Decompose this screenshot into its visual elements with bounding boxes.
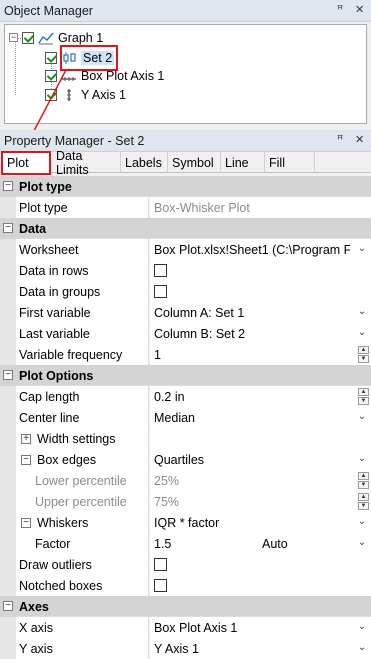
property-row-variable-frequency[interactable]: Variable frequency 1 ▲ ▼ [0, 344, 371, 365]
category-data[interactable]: − Data [0, 218, 371, 239]
tab-fill[interactable]: Fill [265, 152, 315, 173]
data-in-groups-checkbox[interactable] [154, 285, 167, 298]
collapse-toggle[interactable]: − [3, 181, 13, 191]
plot-type-value: Box-Whisker Plot [150, 197, 371, 218]
collapse-toggle[interactable]: − [21, 454, 31, 465]
draw-outliers-checkbox[interactable] [154, 558, 167, 571]
x-axis-dropdown[interactable]: Box Plot Axis 1 ⌄ [150, 617, 371, 638]
spinner-icon[interactable]: ▲ ▼ [358, 388, 369, 405]
property-row-y-axis[interactable]: Y axis Y Axis 1 ⌄ [0, 638, 371, 659]
box-edges-dropdown[interactable]: Quartiles ⌄ [150, 449, 371, 470]
spinner-icon: ▲ ▼ [358, 472, 369, 489]
chevron-down-icon[interactable]: ⌄ [355, 452, 369, 466]
lower-percentile-input: 25% ▲ ▼ [150, 470, 371, 491]
chevron-down-icon[interactable]: ⌄ [355, 326, 369, 340]
property-row-last-variable[interactable]: Last variable Column B: Set 2 ⌄ [0, 323, 371, 344]
property-row-cap-length[interactable]: Cap length 0.2 in ▲ ▼ [0, 386, 371, 407]
expand-toggle[interactable]: + [21, 433, 31, 444]
category-plot-options[interactable]: − Plot Options [0, 365, 371, 386]
property-row-lower-percentile: Lower percentile 25% ▲ ▼ [0, 470, 371, 491]
tab-symbol[interactable]: Symbol [168, 152, 221, 173]
property-row-factor[interactable]: Factor 1.5 Auto ⌄ [0, 533, 371, 554]
spinner-icon[interactable]: ▲ ▼ [358, 346, 369, 363]
property-row-upper-percentile: Upper percentile 75% ▲ ▼ [0, 491, 371, 512]
property-row-worksheet[interactable]: Worksheet Box Plot.xlsx!Sheet1 (C:\Progr… [0, 239, 371, 260]
collapse-toggle[interactable]: − [3, 601, 13, 611]
property-manager-title: Property Manager - Set 2 [4, 133, 145, 148]
property-row-x-axis[interactable]: X axis Box Plot Axis 1 ⌄ [0, 617, 371, 638]
notched-boxes-checkbox[interactable] [154, 579, 167, 592]
property-row-data-in-groups[interactable]: Data in groups [0, 281, 371, 302]
variable-frequency-input[interactable]: 1 ▲ ▼ [150, 344, 371, 365]
tab-line[interactable]: Line [221, 152, 265, 173]
chevron-down-icon[interactable]: ⌄ [355, 410, 369, 424]
spinner-icon: ▲ ▼ [358, 493, 369, 510]
tab-labels[interactable]: Labels [121, 152, 168, 173]
property-row-plot-type: Plot type Box-Whisker Plot [0, 197, 371, 218]
property-row-center-line[interactable]: Center line Median ⌄ [0, 407, 371, 428]
center-line-dropdown[interactable]: Median ⌄ [150, 407, 371, 428]
whiskers-dropdown[interactable]: IQR * factor ⌄ [150, 512, 371, 533]
factor-dropdown[interactable]: 1.5 Auto ⌄ [150, 533, 371, 554]
category-axes[interactable]: − Axes [0, 596, 371, 617]
property-row-first-variable[interactable]: First variable Column A: Set 1 ⌄ [0, 302, 371, 323]
property-row-whiskers[interactable]: − Whiskers IQR * factor ⌄ [0, 512, 371, 533]
chevron-down-icon[interactable]: ⌄ [355, 536, 369, 550]
worksheet-dropdown[interactable]: Box Plot.xlsx!Sheet1 (C:\Program Fil... … [150, 239, 371, 260]
chevron-down-icon[interactable]: ⌄ [355, 641, 369, 655]
chevron-down-icon[interactable]: ⌄ [355, 620, 369, 634]
cap-length-input[interactable]: 0.2 in ▲ ▼ [150, 386, 371, 407]
property-row-draw-outliers[interactable]: Draw outliers [0, 554, 371, 575]
data-in-rows-checkbox[interactable] [154, 264, 167, 277]
pin-icon[interactable]: ꟸ [337, 133, 343, 146]
first-variable-dropdown[interactable]: Column A: Set 1 ⌄ [150, 302, 371, 323]
property-row-notched-boxes[interactable]: Notched boxes [0, 575, 371, 596]
property-grid: − Plot type Plot type Box-Whisker Plot −… [0, 176, 371, 659]
upper-percentile-input: 75% ▲ ▼ [150, 491, 371, 512]
chevron-down-icon[interactable]: ⌄ [355, 515, 369, 529]
tab-plot[interactable]: Plot [1, 151, 51, 175]
y-axis-dropdown[interactable]: Y Axis 1 ⌄ [150, 638, 371, 659]
property-tabs: Plot Data Limits Labels Symbol Line Fill [0, 149, 371, 177]
chevron-down-icon[interactable]: ⌄ [355, 305, 369, 319]
property-row-box-edges[interactable]: − Box edges Quartiles ⌄ [0, 449, 371, 470]
tab-data-limits[interactable]: Data Limits [52, 149, 121, 177]
close-icon[interactable]: ✕ [355, 133, 364, 146]
chevron-down-icon[interactable]: ⌄ [355, 242, 369, 256]
last-variable-dropdown[interactable]: Column B: Set 2 ⌄ [150, 323, 371, 344]
collapse-toggle[interactable]: − [3, 370, 13, 380]
property-row-width-settings[interactable]: + Width settings [0, 428, 371, 449]
collapse-toggle[interactable]: − [21, 517, 31, 528]
category-plot-type[interactable]: − Plot type [0, 176, 371, 197]
collapse-toggle[interactable]: − [3, 223, 13, 233]
property-row-data-in-rows[interactable]: Data in rows [0, 260, 371, 281]
